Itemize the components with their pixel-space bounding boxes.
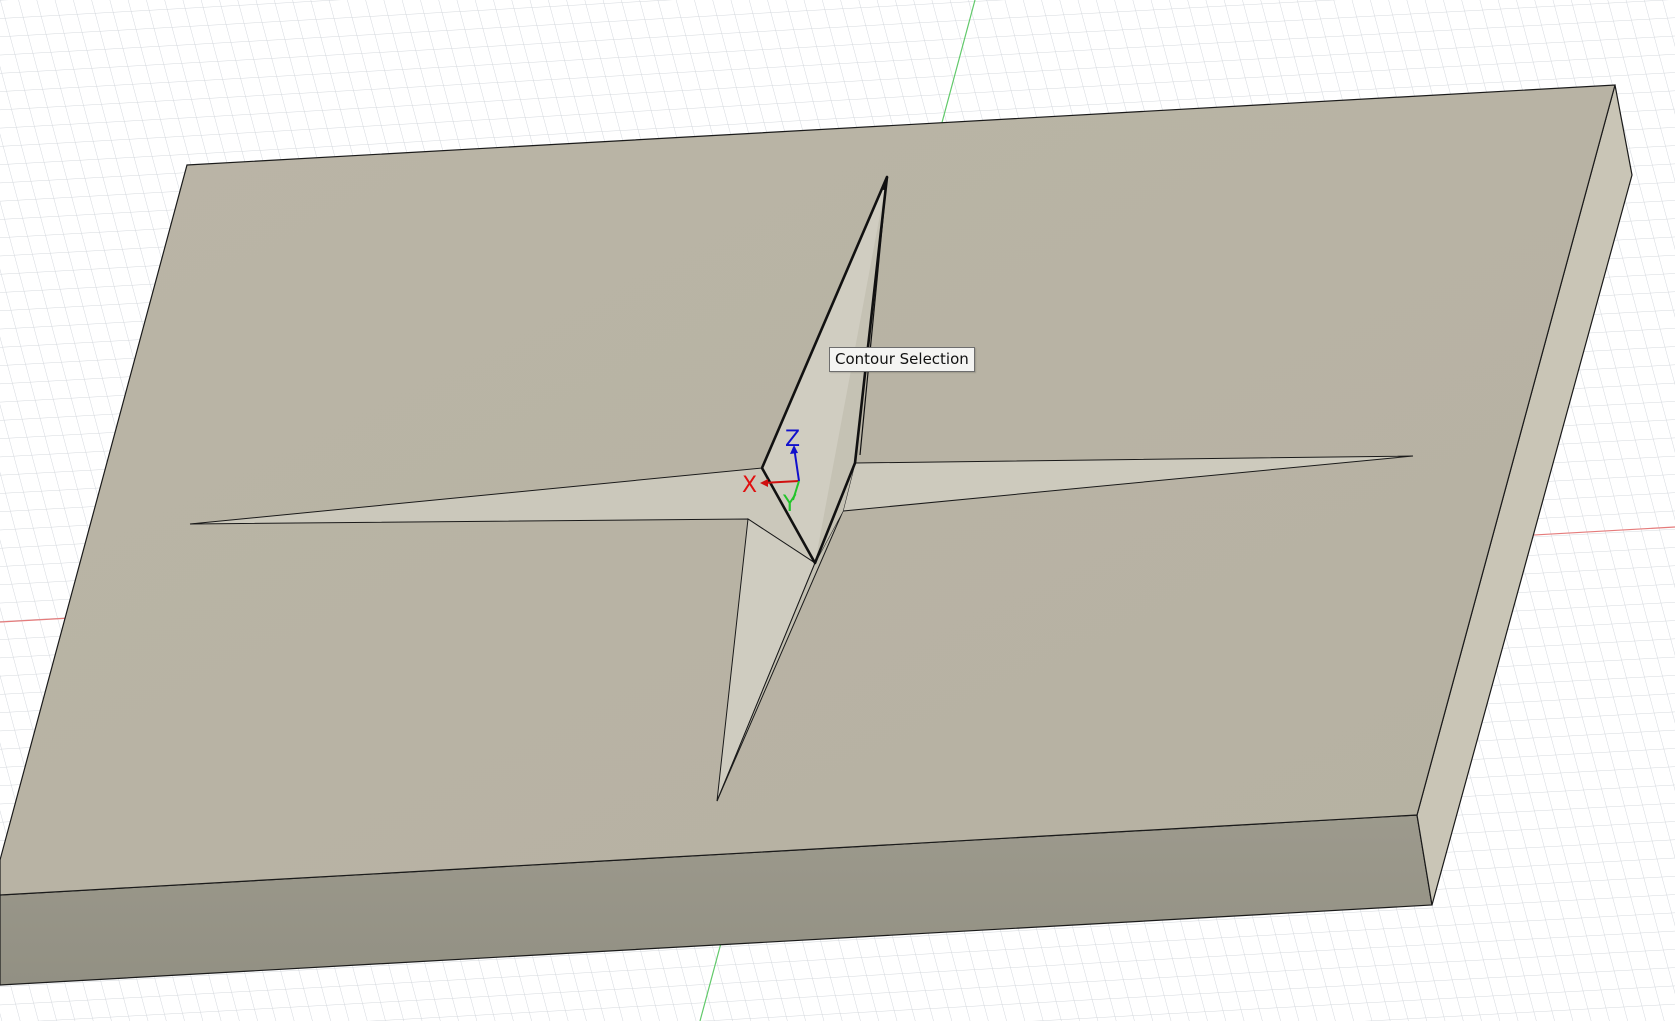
3d-viewport[interactable]: X Z Y Contour Selection: [0, 0, 1675, 1021]
triad-z-label: Z: [785, 427, 800, 452]
viewport-canvas[interactable]: X Z Y: [0, 0, 1675, 1021]
triad-y-label: Y: [782, 492, 797, 517]
contour-selection-tooltip: Contour Selection: [829, 347, 975, 372]
triad-x-label: X: [742, 473, 757, 498]
